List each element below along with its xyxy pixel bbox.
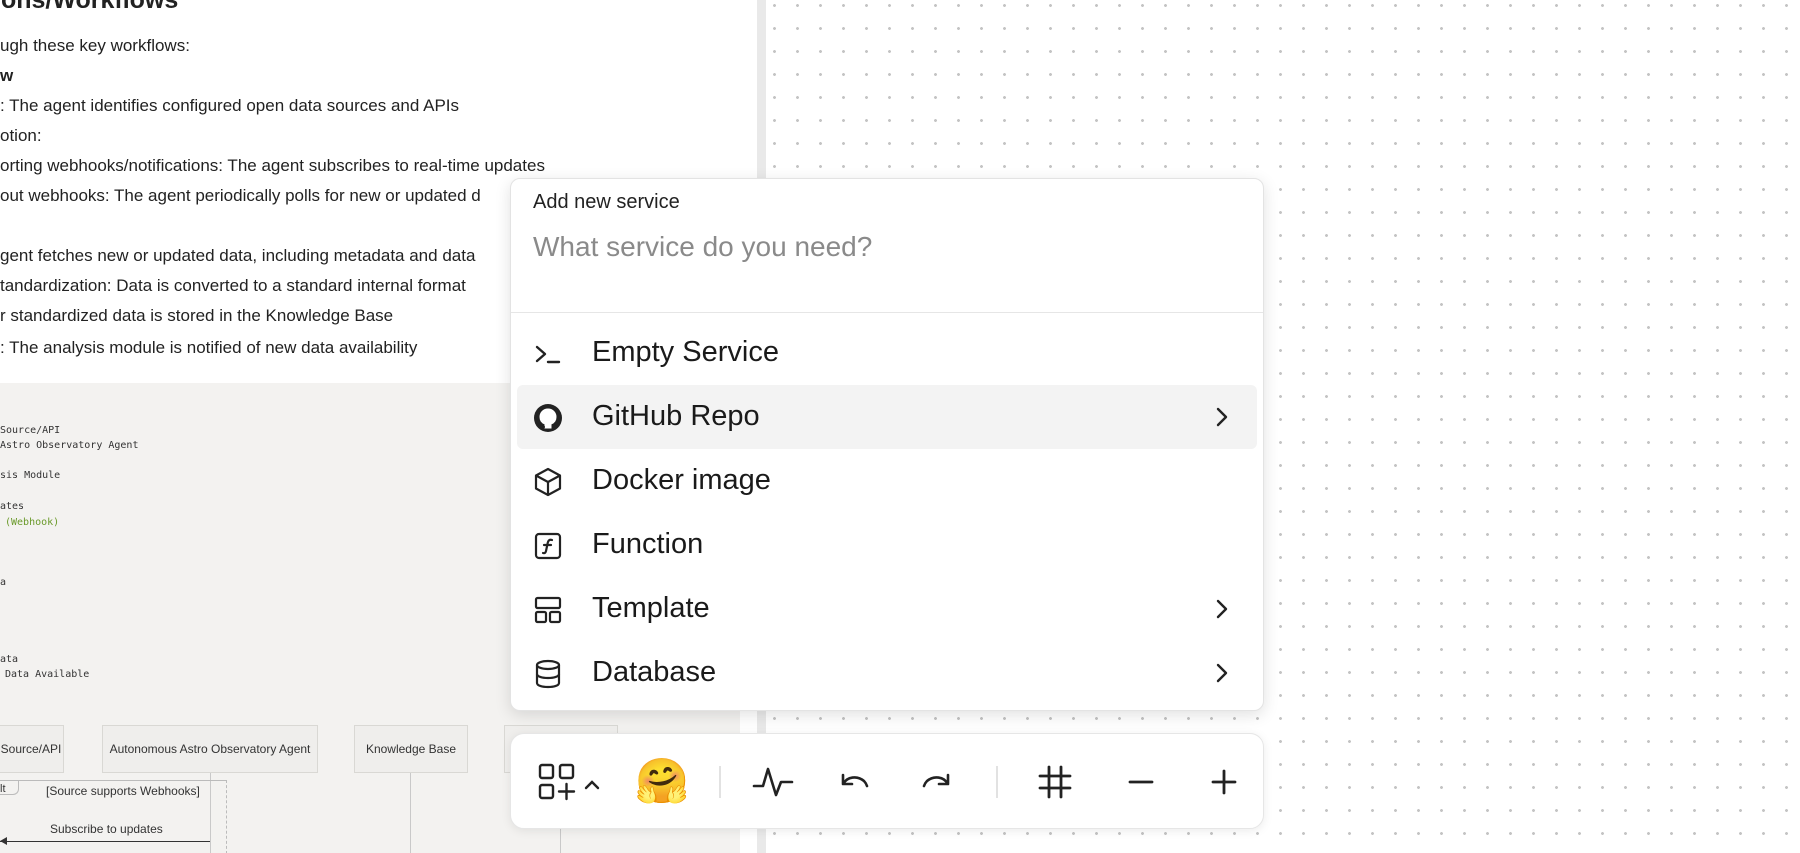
doc-line: ugh these key workflows:	[0, 36, 190, 55]
menu-item-database[interactable]: Database	[517, 641, 1257, 705]
doc-line: tandardization: Data is converted to a s…	[0, 276, 466, 295]
chevron-right-icon	[1211, 598, 1233, 620]
zoom-out-button[interactable]	[1121, 758, 1161, 806]
menu-item-label: Docker image	[592, 464, 771, 496]
add-service-popup: Add new service Empty Service GitHub Rep…	[510, 178, 1264, 711]
doc-line: w	[0, 66, 14, 85]
github-icon	[533, 403, 563, 433]
menu-item-docker-image[interactable]: Docker image	[517, 449, 1257, 513]
diagram-code-line: Astro Observatory Agent	[0, 440, 139, 451]
database-icon	[533, 659, 563, 689]
cube-icon	[533, 467, 563, 497]
chevron-right-icon	[1211, 406, 1233, 428]
menu-item-label: Empty Service	[592, 336, 779, 368]
doc-line: gent fetches new or updated data, includ…	[0, 246, 476, 265]
popup-title: Add new service	[533, 191, 680, 213]
doc-line: : The agent identifies configured open d…	[0, 96, 459, 115]
menu-item-label: Template	[592, 592, 710, 624]
diagram-code-line: sis Module	[0, 470, 61, 481]
menu-item-label: Function	[592, 528, 704, 560]
diagram-code-line: ata	[0, 654, 19, 665]
participant-source-api: Source/API	[0, 725, 64, 773]
service-search-input[interactable]	[533, 227, 1233, 267]
message-label: Subscribe to updates	[50, 822, 163, 836]
toolbar-separator	[996, 766, 998, 798]
activity-icon	[752, 764, 794, 800]
diagram-code-line: ates	[0, 501, 25, 512]
menu-item-template[interactable]: Template	[517, 577, 1257, 641]
hugging-face-button[interactable]: 🤗	[634, 758, 690, 806]
chevron-right-icon	[1211, 662, 1233, 684]
add-widget-button[interactable]	[537, 758, 607, 806]
participant-agent: Autonomous Astro Observatory Agent	[102, 725, 318, 773]
lifeline	[410, 773, 411, 853]
terminal-icon	[533, 339, 563, 369]
zoom-in-button[interactable]	[1204, 758, 1244, 806]
participant-knowledge-base: Knowledge Base	[354, 725, 468, 773]
doc-line: otion:	[0, 126, 42, 145]
undo-button[interactable]	[834, 758, 874, 806]
canvas-toolbar: 🤗	[510, 733, 1264, 829]
diagram-code-line: Source/API	[0, 425, 61, 436]
menu-item-label: Database	[592, 656, 717, 688]
diagram-code-line: (Webhook)	[5, 517, 60, 528]
section-heading: ions/Workflows	[0, 0, 179, 14]
add-widget-icon	[537, 762, 607, 802]
message-arrow	[0, 841, 210, 842]
doc-line: : The analysis module is notified of new…	[0, 338, 418, 357]
menu-item-empty-service[interactable]: Empty Service	[517, 321, 1257, 385]
undo-icon	[837, 767, 871, 797]
grid-button[interactable]	[1033, 758, 1077, 806]
doc-line: r standardized data is stored in the Kno…	[0, 306, 394, 325]
toolbar-separator	[719, 766, 721, 798]
alt-condition: [Source supports Webhooks]	[46, 784, 200, 798]
menu-item-function[interactable]: Function	[517, 513, 1257, 577]
hugging-face-emoji: 🤗	[634, 757, 690, 806]
grid-icon	[1037, 764, 1073, 800]
template-icon	[533, 595, 563, 625]
arrow-head	[0, 837, 7, 845]
diagram-code-line: Data Available	[5, 669, 90, 680]
doc-line: out webhooks: The agent periodically pol…	[0, 186, 481, 205]
redo-button[interactable]	[917, 758, 957, 806]
activity-button[interactable]	[751, 758, 795, 806]
zoom-out-icon	[1126, 767, 1156, 797]
zoom-in-icon	[1209, 767, 1239, 797]
diagram-code-line: a	[0, 577, 7, 588]
redo-icon	[920, 767, 954, 797]
function-icon	[533, 531, 563, 561]
menu-item-label: GitHub Repo	[592, 400, 760, 432]
doc-line: orting webhooks/notifications: The agent…	[0, 156, 545, 175]
menu-item-github-repo[interactable]: GitHub Repo	[517, 385, 1257, 449]
divider	[511, 312, 1263, 313]
alt-label: lt	[0, 783, 6, 795]
